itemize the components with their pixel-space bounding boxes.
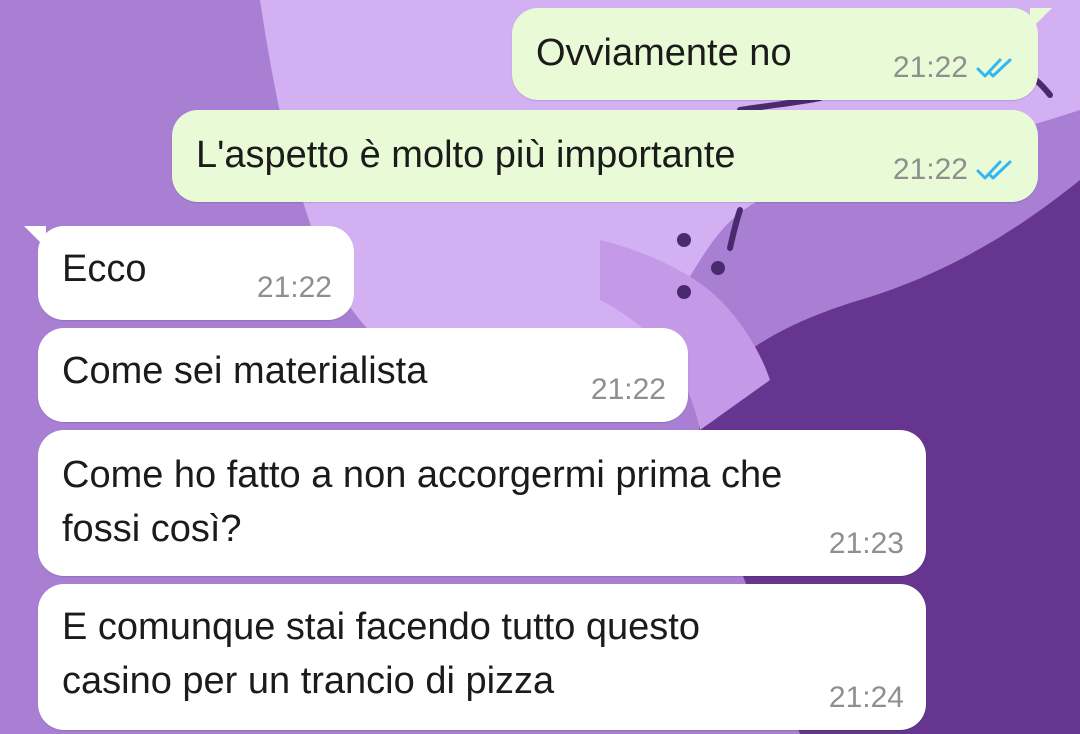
message-text: E comunque stai facendo tutto questo cas… <box>62 606 700 702</box>
message-meta: 21:22 <box>893 154 1016 186</box>
message-time: 21:22 <box>590 373 666 406</box>
message-text: L'aspetto è molto più importante <box>196 134 736 176</box>
double-check-icon <box>976 158 1016 182</box>
message-text: Ecco <box>62 248 147 290</box>
message-bubble-outgoing[interactable]: Ovviamente no 21:22 <box>512 8 1052 100</box>
message-bubble-incoming[interactable]: Come sei materialista 21:22 <box>38 328 688 422</box>
message-text: Come ho fatto a non accorgermi prima che… <box>62 454 783 550</box>
message-text: Come sei materialista <box>62 350 428 392</box>
message-time: 21:24 <box>828 681 904 714</box>
message-meta: 21:22 <box>257 272 332 304</box>
message-text: Ovviamente no <box>536 32 792 74</box>
message-time: 21:22 <box>892 51 968 84</box>
message-meta: 21:22 <box>591 374 666 406</box>
message-bubble-incoming[interactable]: E comunque stai facendo tutto questo cas… <box>38 584 926 730</box>
message-meta: 21:24 <box>829 682 904 714</box>
bubble-tail <box>1030 8 1052 30</box>
message-meta: 21:22 <box>893 52 1016 84</box>
message-meta: 21:23 <box>829 528 904 560</box>
bubble-tail <box>24 226 46 248</box>
double-check-icon <box>976 56 1016 80</box>
message-time: 21:22 <box>892 153 968 186</box>
message-bubble-incoming[interactable]: Ecco 21:22 <box>24 226 354 320</box>
message-time: 21:22 <box>256 271 332 304</box>
message-time: 21:23 <box>828 527 904 560</box>
message-bubble-incoming[interactable]: Come ho fatto a non accorgermi prima che… <box>38 430 926 576</box>
message-bubble-outgoing[interactable]: L'aspetto è molto più importante 21:22 <box>172 110 1038 202</box>
